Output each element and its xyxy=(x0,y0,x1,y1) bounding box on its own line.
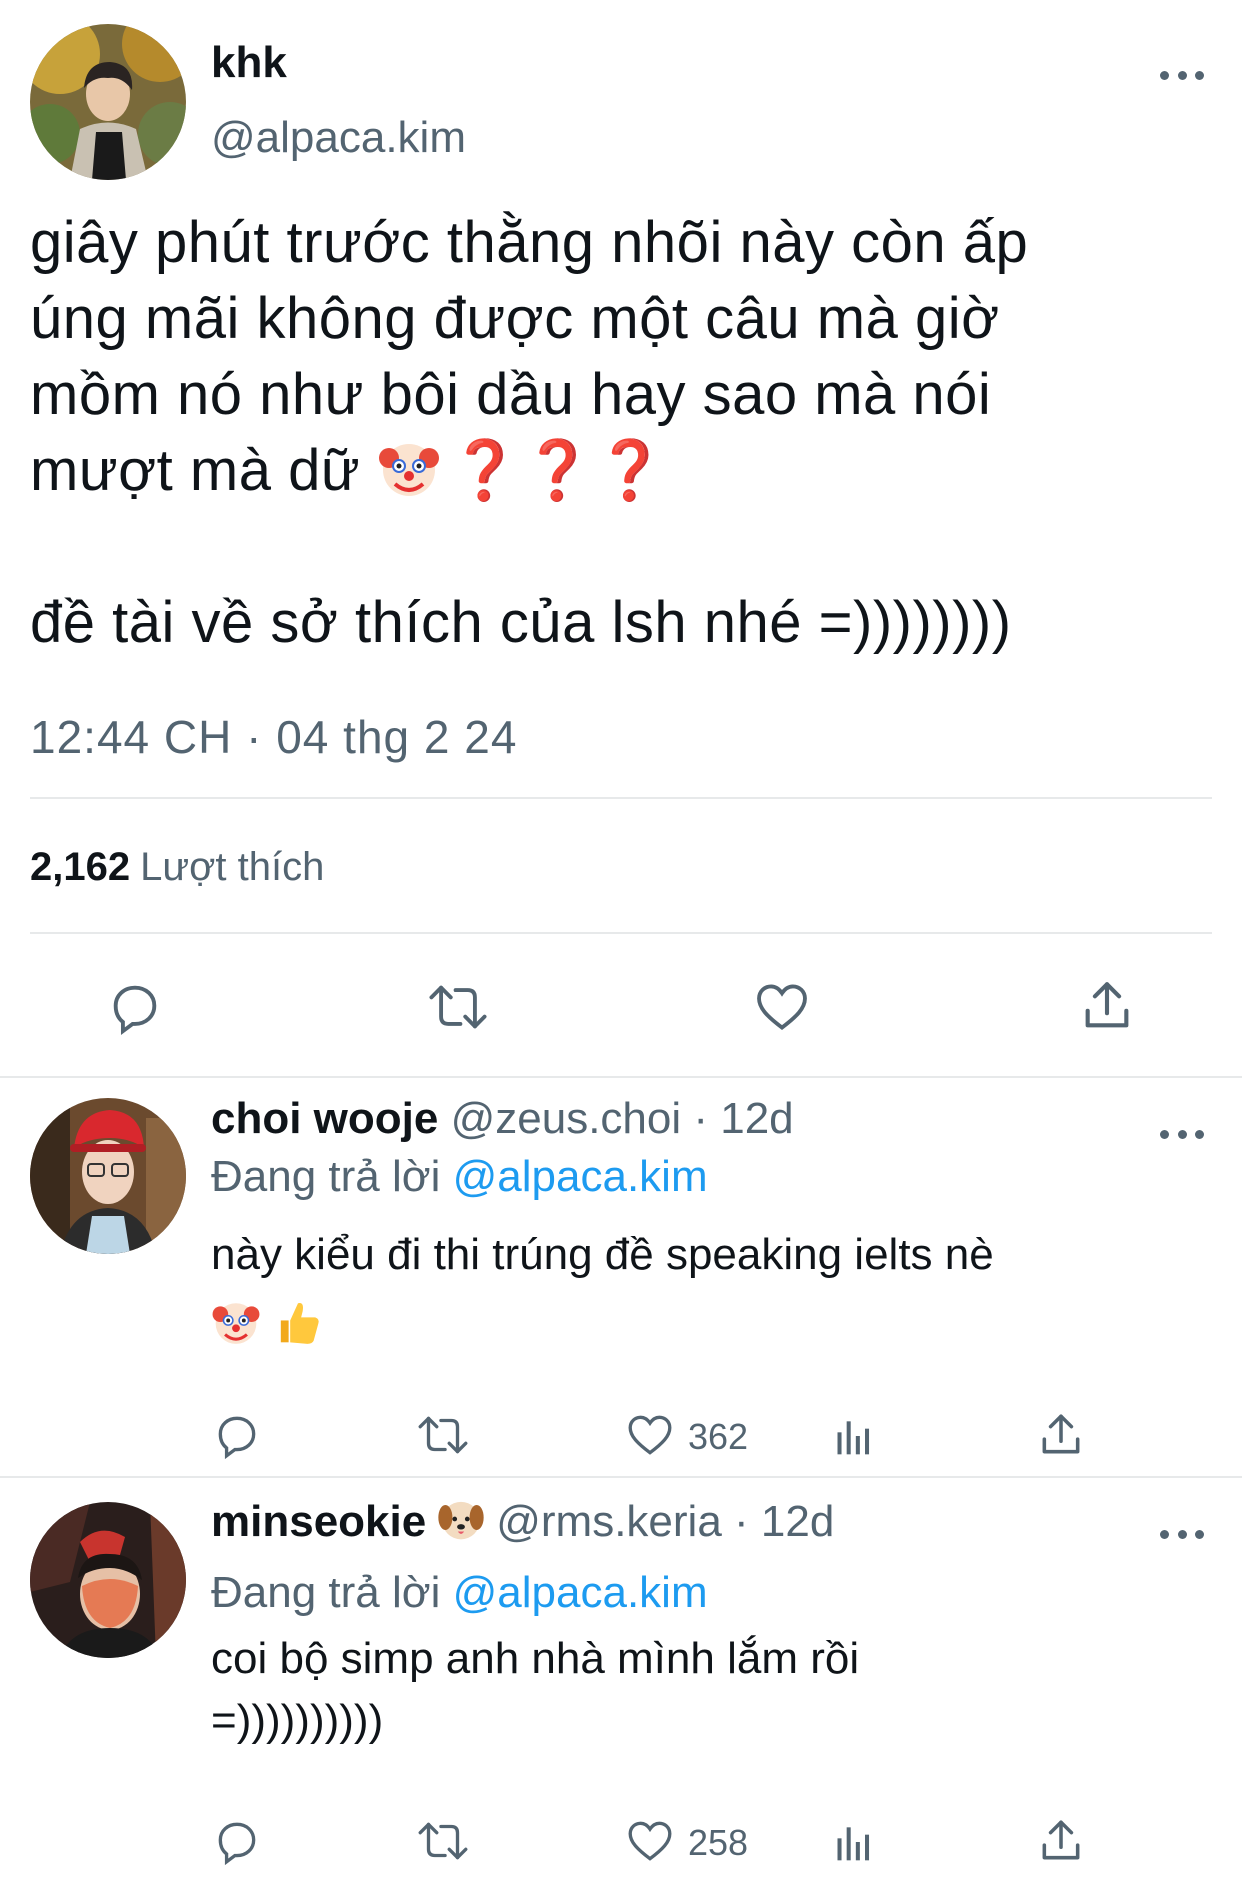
reply-header: minseokie @rms.keria · 12d xyxy=(211,1494,834,1547)
clown-emoji-icon xyxy=(377,436,441,500)
share-icon[interactable] xyxy=(1078,976,1136,1036)
replying-to-label: Đang trả lời xyxy=(211,1152,441,1201)
tweet-text: giây phút trước thằng nhõi này còn ấp ún… xyxy=(30,205,1210,661)
like-count: 362 xyxy=(688,1416,749,1457)
tweet-text-line: mồm nó như bôi dầu hay sao mà nói xyxy=(30,362,992,427)
share-icon[interactable] xyxy=(1036,1410,1086,1460)
reply-text-line: =)))))))))) xyxy=(211,1696,384,1745)
reply-text: coi bộ simp anh nhà mình lắm rồi =))))))… xyxy=(211,1628,1171,1752)
replying-to: Đang trả lời @alpaca.kim xyxy=(211,1152,708,1202)
reply-text-line: coi bộ simp anh nhà mình lắm rồi xyxy=(211,1634,860,1683)
reply-bubble-icon[interactable] xyxy=(106,978,164,1036)
reply-action-bar: 362 xyxy=(0,1410,1242,1470)
reply-avatar[interactable] xyxy=(30,1502,186,1658)
more-dots-icon[interactable] xyxy=(1160,1122,1204,1146)
tweet-text-line: úng mãi không được một câu mà giờ xyxy=(30,286,1000,351)
tweet-text-line: giây phút trước thằng nhõi này còn ấp xyxy=(30,210,1029,275)
divider xyxy=(30,797,1212,799)
more-dots-icon[interactable] xyxy=(1160,1522,1204,1546)
like-count: 258 xyxy=(688,1822,749,1863)
retweet-icon[interactable] xyxy=(414,1410,472,1460)
reply-action-bar: 258 xyxy=(0,1816,1242,1876)
reply-author-handle[interactable]: @rms.keria · 12d xyxy=(496,1497,834,1546)
reply-bubble-icon[interactable] xyxy=(212,1816,262,1866)
tweet-text-line: đề tài về sở thích của lsh nhé =)))))))) xyxy=(30,590,1012,655)
reply-text-line: này kiểu đi thi trúng đề speaking ielts … xyxy=(211,1230,994,1279)
dog-emoji-icon xyxy=(436,1494,486,1544)
reply-text: này kiểu đi thi trúng đề speaking ielts … xyxy=(211,1224,1171,1358)
reply-tweet[interactable]: minseokie @rms.keria · 12d Đang trả lời @… xyxy=(0,1478,1242,1884)
author-handle[interactable]: @alpaca.kim xyxy=(211,113,466,163)
heart-icon[interactable] xyxy=(624,1816,676,1866)
analytics-icon[interactable] xyxy=(832,1412,876,1460)
replying-to-label: Đang trả lời xyxy=(211,1568,441,1617)
tweet-timestamp[interactable]: 12:44 CH · 04 thg 2 24 xyxy=(30,710,517,764)
reply-header: choi wooje @zeus.choi · 12d xyxy=(211,1094,794,1144)
reply-avatar[interactable] xyxy=(30,1098,186,1254)
author-name[interactable]: khk xyxy=(211,38,287,88)
replying-to-mention[interactable]: @alpaca.kim xyxy=(453,1152,708,1201)
reply-bubble-icon[interactable] xyxy=(212,1410,262,1460)
share-icon[interactable] xyxy=(1036,1816,1086,1866)
heart-icon[interactable] xyxy=(624,1410,676,1460)
replying-to: Đang trả lời @alpaca.kim xyxy=(211,1568,708,1618)
clown-emoji-icon xyxy=(211,1297,261,1347)
divider xyxy=(30,932,1212,934)
question-marks: ❓❓❓ xyxy=(448,438,667,503)
heart-icon[interactable] xyxy=(752,978,812,1036)
more-dots-icon[interactable] xyxy=(1160,63,1204,87)
likes-count: 2,162 xyxy=(30,845,131,889)
author-avatar[interactable] xyxy=(30,24,186,180)
likes-row[interactable]: 2,162 Lượt thích xyxy=(30,845,324,890)
likes-label: Lượt thích xyxy=(140,845,325,889)
analytics-icon[interactable] xyxy=(832,1818,876,1866)
tweet-text-line: mượt mà dữ xyxy=(30,438,361,503)
reply-tweet[interactable]: choi wooje @zeus.choi · 12d Đang trả lời… xyxy=(0,1078,1242,1476)
reply-author-name[interactable]: minseokie xyxy=(211,1497,426,1546)
retweet-icon[interactable] xyxy=(414,1816,472,1866)
replying-to-mention[interactable]: @alpaca.kim xyxy=(453,1568,708,1617)
reply-author-name[interactable]: choi wooje xyxy=(211,1094,438,1143)
reply-emojis xyxy=(211,1296,1171,1358)
reply-author-handle[interactable]: @zeus.choi · 12d xyxy=(451,1094,794,1143)
retweet-icon[interactable] xyxy=(424,978,492,1036)
thumbs-up-emoji-icon xyxy=(273,1297,323,1347)
